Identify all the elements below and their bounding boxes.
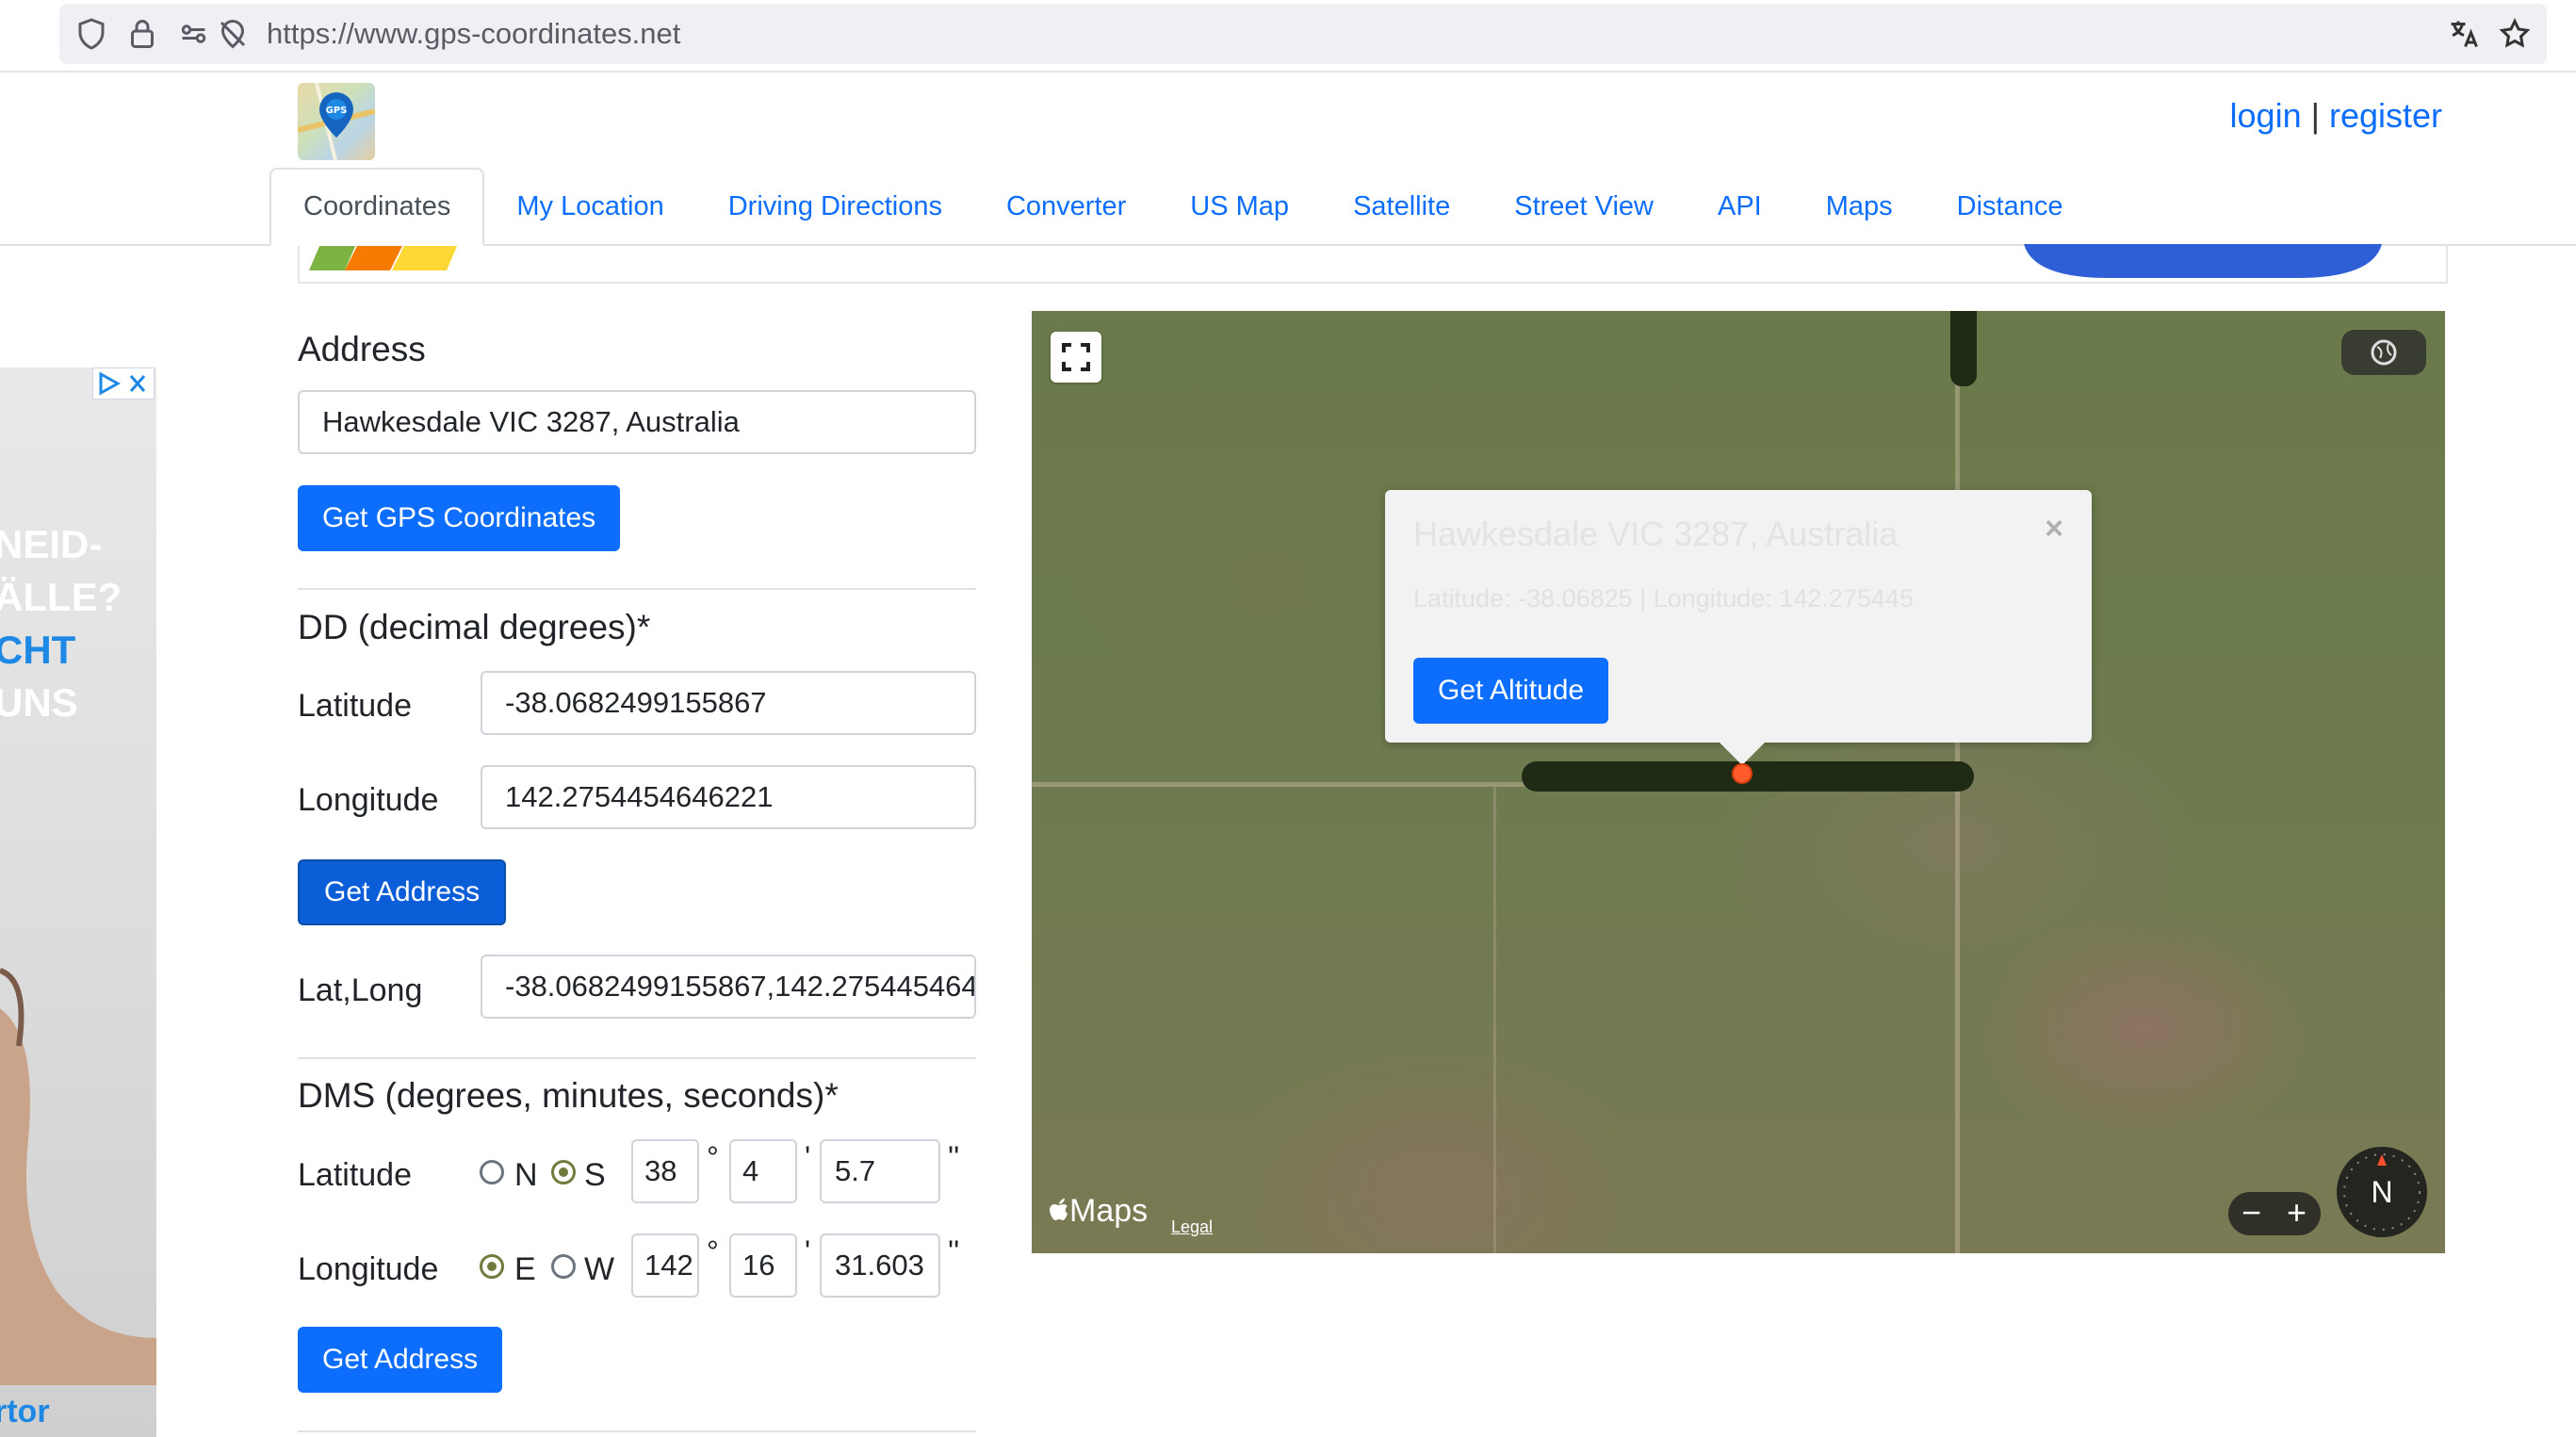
ad-text-2: ÄLLE?: [0, 575, 122, 619]
lat-north-label: N: [514, 1157, 538, 1193]
ad-choices-badge[interactable]: [92, 367, 155, 400]
tab-maps[interactable]: Maps: [1794, 168, 1925, 246]
location-marker[interactable]: [1732, 763, 1753, 784]
section-divider-1: [298, 588, 976, 590]
lat-minute-mark: ': [805, 1140, 811, 1174]
tree-line-top: [1950, 311, 1977, 386]
tab-api[interactable]: API: [1686, 168, 1794, 246]
tab-converter[interactable]: Converter: [974, 168, 1158, 246]
lng-west-radio[interactable]: [551, 1254, 576, 1279]
lng-degrees-input[interactable]: 142: [631, 1233, 699, 1298]
lng-east-radio[interactable]: [480, 1254, 504, 1279]
get-altitude-button[interactable]: Get Altitude: [1413, 658, 1609, 724]
fullscreen-button[interactable]: [1051, 332, 1101, 383]
dd-latitude-label: Latitude: [298, 688, 412, 724]
url-text[interactable]: https://www.gps-coordinates.net: [267, 17, 680, 51]
get-gps-coordinates-button[interactable]: Get GPS Coordinates: [298, 485, 621, 551]
lat-degree-mark: °: [707, 1140, 719, 1174]
lat-second-mark: '': [948, 1140, 960, 1174]
apple-maps-logo: Maps: [1049, 1193, 1148, 1230]
banner-graphic: [309, 244, 2382, 278]
main-nav: Coordinates My Location Driving Directio…: [269, 168, 2095, 246]
lng-minute-mark: ': [805, 1234, 811, 1268]
gps-pin-icon: GPS: [298, 83, 375, 160]
dms-heading: DMS (degrees, minutes, seconds)*: [298, 1076, 839, 1115]
dms-latitude-label: Latitude: [298, 1157, 412, 1193]
dd-longitude-input[interactable]: 142.2754454646221: [481, 765, 976, 829]
location-popup: Hawkesdale VIC 3287, Australia × Latitud…: [1385, 490, 2092, 765]
lng-west-label: W: [584, 1251, 615, 1287]
address-heading: Address: [298, 330, 426, 368]
popup-title: Hawkesdale VIC 3287, Australia: [1413, 514, 1899, 553]
ad-text-1: NEID-: [0, 522, 103, 566]
location-blocked-icon[interactable]: [216, 17, 250, 51]
side-advertisement[interactable]: NEID- ÄLLE? CHT UNS rtor: [0, 367, 156, 1437]
ad-text-3: CHT: [0, 628, 76, 672]
field-track-inner: [1493, 787, 1496, 1253]
tab-my-location[interactable]: My Location: [484, 168, 695, 246]
lng-second-mark: '': [948, 1234, 960, 1268]
lng-east-label: E: [514, 1251, 536, 1287]
lat-minutes-input[interactable]: 4: [729, 1139, 797, 1203]
dd-longitude-label: Longitude: [298, 782, 439, 818]
auth-separator: |: [2310, 96, 2320, 135]
apple-logo-icon: [1050, 1199, 1068, 1220]
dd-get-address-button[interactable]: Get Address: [298, 859, 507, 925]
expand-icon: [1062, 343, 1090, 371]
lat-degrees-input[interactable]: 38: [631, 1139, 699, 1203]
address-input[interactable]: Hawkesdale VIC 3287, Australia: [298, 390, 976, 454]
section-divider-3: [298, 1430, 976, 1432]
chrome-divider: [0, 71, 2576, 73]
latlong-label: Lat,Long: [298, 972, 423, 1008]
lat-south-label: S: [584, 1157, 606, 1193]
latlong-input[interactable]: -38.0682499155867,142.2754454646221: [481, 955, 976, 1019]
section-divider-2: [298, 1057, 976, 1059]
lat-north-radio[interactable]: [480, 1160, 504, 1184]
ad-text-4: UNS: [0, 680, 78, 725]
tab-coordinates[interactable]: Coordinates: [269, 168, 485, 246]
tab-driving-directions[interactable]: Driving Directions: [696, 168, 974, 246]
lng-seconds-input[interactable]: 31.603: [820, 1233, 940, 1298]
tab-us-map[interactable]: US Map: [1158, 168, 1321, 246]
zoom-control: − +: [2228, 1192, 2321, 1235]
login-link[interactable]: login: [2230, 96, 2302, 135]
maps-attribution: Maps: [1069, 1193, 1149, 1229]
shield-icon[interactable]: [74, 17, 108, 51]
ad-person-image: [0, 968, 156, 1385]
tab-distance[interactable]: Distance: [1925, 168, 2095, 246]
lat-seconds-input[interactable]: 5.7: [820, 1139, 940, 1203]
dd-heading: DD (decimal degrees)*: [298, 608, 651, 646]
lock-icon[interactable]: [125, 17, 159, 51]
zoom-in-button[interactable]: +: [2287, 1192, 2307, 1233]
dms-get-address-button[interactable]: Get Address: [298, 1327, 503, 1393]
ad-banner[interactable]: [298, 244, 2448, 284]
popup-coordinates: Latitude: -38.06825 | Longitude: 142.275…: [1413, 584, 1914, 612]
compass-button[interactable]: N: [2337, 1147, 2427, 1237]
lng-minutes-input[interactable]: 16: [729, 1233, 797, 1298]
dms-longitude-label: Longitude: [298, 1251, 439, 1287]
address-bar[interactable]: https://www.gps-coordinates.net: [59, 4, 2547, 64]
globe-icon: [2371, 339, 2397, 366]
svg-text:GPS: GPS: [326, 106, 348, 116]
ad-text-5: rtor: [0, 1394, 50, 1429]
ad-choices-icon: [99, 371, 146, 396]
tab-street-view[interactable]: Street View: [1482, 168, 1686, 246]
lng-degree-mark: °: [707, 1234, 719, 1268]
lat-south-radio[interactable]: [551, 1160, 576, 1184]
legal-link[interactable]: Legal: [1171, 1217, 1213, 1237]
dd-latitude-input[interactable]: -38.0682499155867: [481, 671, 976, 735]
permissions-icon[interactable]: [178, 17, 212, 51]
zoom-out-button[interactable]: −: [2242, 1192, 2261, 1233]
bookmark-star-icon[interactable]: [2498, 17, 2532, 51]
map-type-toggle[interactable]: [2341, 330, 2426, 375]
popup-close-button[interactable]: ×: [2045, 511, 2063, 547]
compass-north-label: N: [2371, 1175, 2393, 1209]
auth-links: login | register: [2230, 96, 2442, 136]
tab-satellite[interactable]: Satellite: [1321, 168, 1482, 246]
satellite-map[interactable]: Hawkesdale VIC 3287, Australia × Latitud…: [1032, 311, 2445, 1253]
translate-icon[interactable]: [2447, 17, 2481, 51]
register-link[interactable]: register: [2329, 96, 2442, 135]
site-logo[interactable]: GPS: [298, 83, 375, 160]
